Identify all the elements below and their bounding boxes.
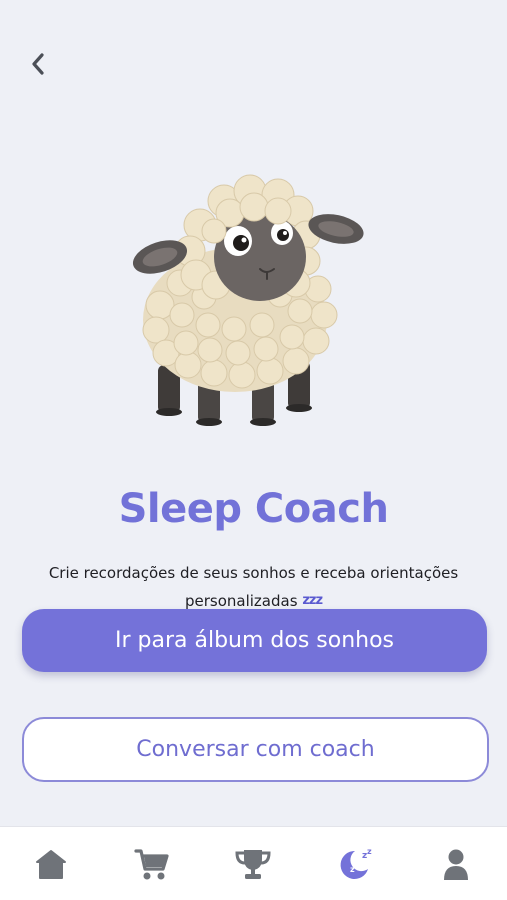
chevron-left-icon <box>32 53 44 75</box>
user-icon <box>444 849 469 880</box>
subtitle-line-2: personalizadas <box>184 592 298 610</box>
page-subtitle: Crie recordações de seus sonhos e receba… <box>24 559 483 615</box>
dream-album-button[interactable]: Ir para álbum dos sonhos <box>22 609 487 672</box>
nav-item-sleep[interactable]: z z z <box>325 834 385 894</box>
chat-coach-button-label: Conversar com coach <box>136 737 375 762</box>
sleep-moon-icon: z z z <box>340 847 372 879</box>
subtitle-line-1: Crie recordações de seus sonhos e receba… <box>48 564 459 582</box>
trophy-icon <box>235 850 271 879</box>
nav-item-home[interactable] <box>21 834 81 894</box>
home-icon <box>35 850 66 879</box>
svg-text:z: z <box>367 847 372 856</box>
back-button[interactable] <box>22 48 54 80</box>
sleep-coach-screen: Sleep Coach Crie recordações de seus son… <box>0 0 507 900</box>
sheep-illustration <box>132 174 364 426</box>
nav-item-trophy[interactable] <box>223 834 283 894</box>
svg-text:z: z <box>350 865 355 874</box>
zzz-icon: zzz <box>302 593 323 608</box>
nav-item-profile[interactable] <box>426 834 486 894</box>
cart-icon <box>134 849 169 880</box>
page-title: Sleep Coach <box>118 486 389 532</box>
dream-album-button-label: Ir para álbum dos sonhos <box>114 628 395 653</box>
chat-coach-button[interactable]: Conversar com coach <box>22 717 489 782</box>
bottom-nav: z z z <box>0 826 507 900</box>
nav-item-cart[interactable] <box>122 834 182 894</box>
